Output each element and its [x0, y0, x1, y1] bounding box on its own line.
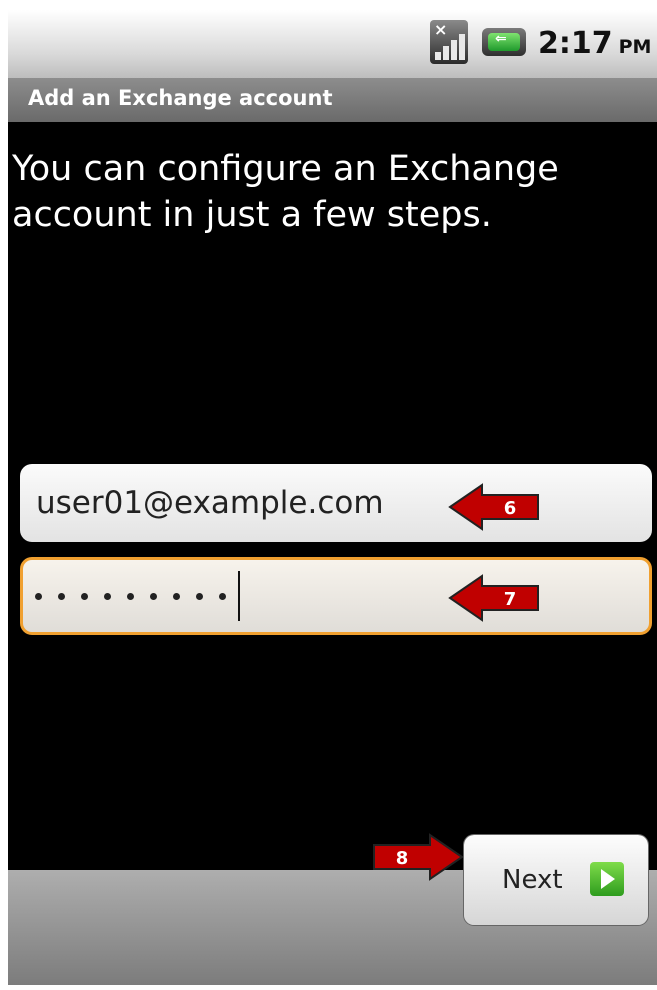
password-dot [104, 592, 111, 600]
status-bar: × ⇐ 2:17 PM [8, 10, 657, 78]
password-dot [196, 592, 203, 600]
password-mask [35, 560, 240, 632]
email-value: user01@example.com [36, 485, 384, 521]
status-clock: 2:17 PM [538, 22, 651, 66]
annotation-arrow-8: 8 [373, 833, 464, 881]
password-dot [81, 592, 88, 600]
no-signal-icon: × [430, 20, 468, 64]
password-dot [219, 592, 226, 600]
password-dot [58, 592, 65, 600]
title-bar: Add an Exchange account [8, 78, 657, 122]
email-field[interactable]: user01@example.com [20, 464, 652, 542]
password-dot [173, 592, 180, 600]
next-button-label: Next [502, 865, 563, 895]
password-dot [150, 592, 157, 600]
password-dot [127, 592, 134, 600]
charging-battery-icon: ⇐ [482, 28, 526, 56]
annotation-label-6: 6 [504, 498, 517, 519]
clock-time: 2:17 [538, 26, 613, 61]
password-field[interactable] [20, 557, 652, 635]
annotation-label-7: 7 [504, 589, 517, 610]
clock-ampm: PM [618, 36, 652, 58]
annotation-arrow-7: 7 [448, 574, 539, 622]
text-cursor [238, 571, 240, 621]
page-title: Add an Exchange account [28, 86, 333, 110]
next-arrow-icon [590, 862, 624, 896]
next-button[interactable]: Next [464, 835, 648, 925]
annotation-arrow-6: 6 [448, 483, 539, 531]
intro-text: You can configure an Exchange account in… [12, 149, 559, 235]
device-screen: × ⇐ 2:17 PM Add an Exchange account You c… [8, 10, 657, 985]
annotation-label-8: 8 [396, 848, 409, 869]
password-dot [35, 592, 42, 600]
